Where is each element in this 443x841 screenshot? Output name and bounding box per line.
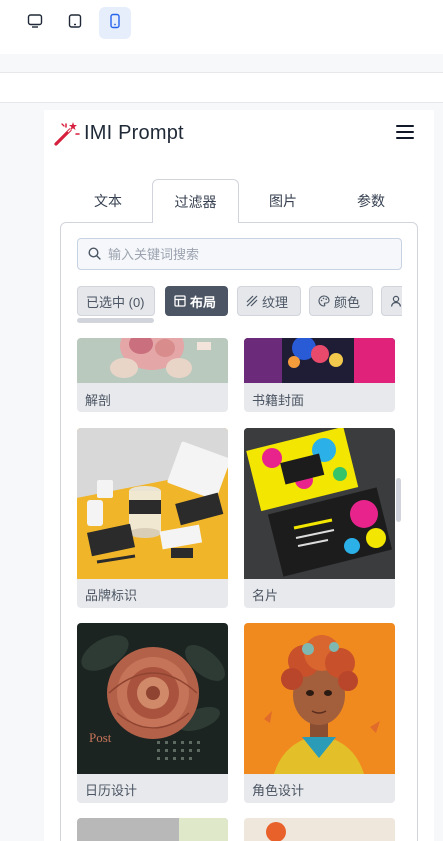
chip-texture[interactable]: 纹理 [237, 286, 301, 316]
chip-label: 纹理 [262, 294, 289, 310]
business-card-image [244, 428, 395, 579]
tab-text[interactable]: 文本 [64, 179, 152, 222]
anatomy-image [77, 338, 228, 383]
card-label: 名片 [252, 588, 279, 603]
app-header: IMI Prompt [44, 110, 434, 158]
partial-thumbnail-image [244, 818, 395, 841]
tablet-view-button[interactable] [59, 7, 91, 39]
card-anatomy[interactable]: 解剖 [77, 338, 228, 412]
app-title: IMI Prompt [84, 122, 184, 144]
chip-label: 颜色 [334, 294, 361, 310]
search-box [77, 238, 402, 270]
calendar-thumb-text: Post [89, 730, 112, 745]
card-partial-right[interactable] [244, 818, 395, 841]
desktop-view-button[interactable] [19, 7, 51, 39]
layout-icon [174, 295, 186, 307]
tab-image[interactable]: 图片 [239, 179, 327, 222]
hamburger-menu-icon[interactable] [396, 125, 414, 141]
mobile-view-button[interactable] [99, 7, 131, 39]
card-label: 品牌标识 [85, 588, 138, 603]
character-design-image [244, 623, 395, 774]
search-input[interactable] [108, 239, 398, 269]
card-partial-left[interactable] [77, 818, 228, 841]
monitor-icon [27, 13, 43, 34]
phone-icon [107, 13, 123, 34]
card-label: 角色设计 [252, 783, 305, 798]
card-label: 日历设计 [85, 783, 138, 798]
user-icon [390, 295, 402, 307]
card-calendar-design[interactable]: Post 日历设计 [77, 623, 228, 803]
partial-thumbnail-image [77, 818, 228, 841]
chip-label: 已选中 (0) [86, 294, 145, 310]
filter-chips: 已选中 (0) 布局 纹理 颜色 [77, 286, 402, 318]
texture-icon [246, 295, 258, 307]
toolbar-divider [0, 54, 443, 72]
tab-params[interactable]: 参数 [327, 179, 415, 222]
chips-scrollbar[interactable] [77, 318, 154, 323]
chip-layout[interactable]: 布局 [165, 286, 228, 316]
tab-filter[interactable]: 过滤器 [152, 179, 239, 223]
card-brand-identity[interactable]: 品牌标识 [77, 428, 228, 608]
tablet-icon [67, 13, 83, 34]
prompt-panel: IMI Prompt 文本 过滤器 图片 参数 已选中 (0) 布局 [44, 110, 434, 841]
device-toolbar [0, 0, 443, 54]
chip-character[interactable] [381, 286, 402, 316]
address-bar[interactable] [0, 72, 443, 103]
card-label: 书籍封面 [252, 393, 305, 408]
card-business-card[interactable]: 名片 [244, 428, 395, 608]
palette-icon [318, 295, 330, 307]
chip-color[interactable]: 颜色 [309, 286, 373, 316]
card-label: 解剖 [85, 393, 112, 408]
filter-content: 已选中 (0) 布局 纹理 颜色 [60, 222, 418, 841]
card-book-cover[interactable]: 书籍封面 [244, 338, 395, 412]
search-icon [88, 247, 101, 265]
grid-scrollbar[interactable] [396, 478, 401, 522]
magic-wand-icon [52, 120, 80, 148]
calendar-design-image [77, 623, 228, 774]
brand-identity-image [77, 428, 228, 579]
chip-label: 布局 [190, 294, 217, 310]
chip-selected[interactable]: 已选中 (0) [77, 286, 155, 316]
card-character-design[interactable]: 角色设计 [244, 623, 395, 803]
book-cover-image [244, 338, 395, 383]
